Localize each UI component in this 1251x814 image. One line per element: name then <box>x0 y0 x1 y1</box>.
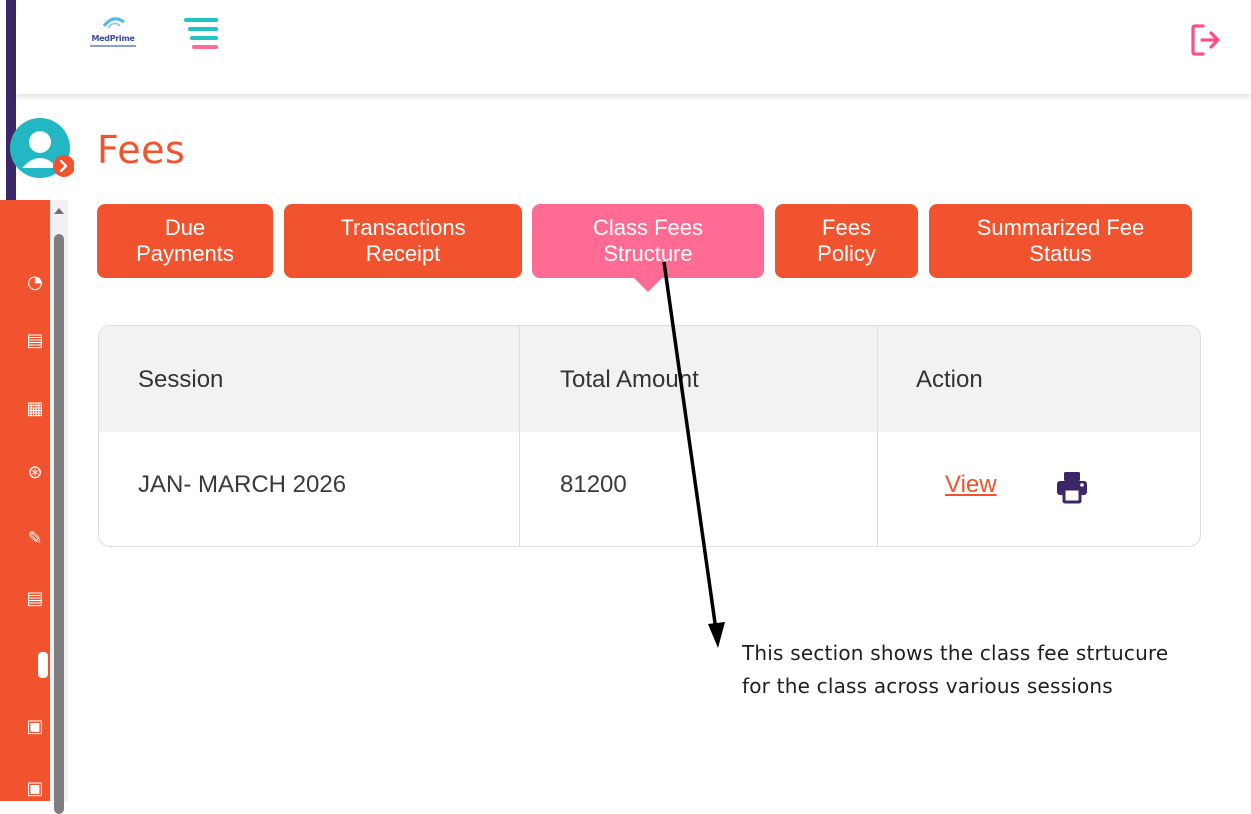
calendar-icon[interactable]: ▣ <box>24 716 46 738</box>
header-total-amount: Total Amount <box>560 366 699 393</box>
fees-table: Session Total Amount Action JAN- MARCH 2… <box>98 325 1201 547</box>
scroll-thumb[interactable] <box>54 234 64 814</box>
print-icon[interactable] <box>1054 469 1090 505</box>
sidebar-scrollbar[interactable] <box>50 200 68 814</box>
scroll-up-icon[interactable] <box>54 208 64 214</box>
document-icon[interactable]: ▦ <box>24 398 46 420</box>
column-divider <box>519 326 520 546</box>
annotation-text: This section shows the class fee strtucu… <box>742 641 1169 698</box>
tab-summarized-fee-status[interactable]: Summarized Fee Status <box>929 204 1192 278</box>
column-divider <box>877 326 878 546</box>
logo-text: MedPrime <box>91 34 135 43</box>
report-icon[interactable]: ▤ <box>24 330 46 352</box>
logo-tagline <box>90 45 136 47</box>
menu-toggle-icon[interactable] <box>184 18 220 52</box>
app-logo[interactable]: MedPrime <box>78 12 148 52</box>
header-session: Session <box>138 366 224 393</box>
left-sidebar: ◔ ▤ ▦ ⊛ ✎ ▤ ▣ ▣ <box>0 200 50 801</box>
cell-session: JAN- MARCH 2026 <box>138 471 347 498</box>
logout-icon[interactable] <box>1189 22 1225 58</box>
tab-transactions-receipt[interactable]: Transactions Receipt <box>284 204 522 278</box>
top-header: MedPrime <box>16 0 1251 94</box>
report-icon[interactable]: ▤ <box>24 588 46 610</box>
page-title: Fees <box>97 128 186 172</box>
view-link[interactable]: View <box>945 471 997 499</box>
dashboard-icon[interactable]: ◔ <box>24 272 46 294</box>
calendar-icon[interactable]: ▣ <box>24 778 46 800</box>
settings-icon[interactable]: ⊛ <box>24 462 46 484</box>
cell-total-amount: 81200 <box>560 471 627 498</box>
collapse-handle[interactable] <box>38 652 48 678</box>
logo-mark-icon <box>102 17 125 29</box>
avatar[interactable] <box>8 118 74 180</box>
magic-icon[interactable]: ✎ <box>24 528 46 550</box>
header-action: Action <box>916 366 983 393</box>
tab-class-fees-structure[interactable]: Class Fees Structure <box>532 204 764 292</box>
tab-fees-policy[interactable]: Fees Policy <box>775 204 918 278</box>
tab-due-payments[interactable]: Due Payments <box>97 204 273 278</box>
